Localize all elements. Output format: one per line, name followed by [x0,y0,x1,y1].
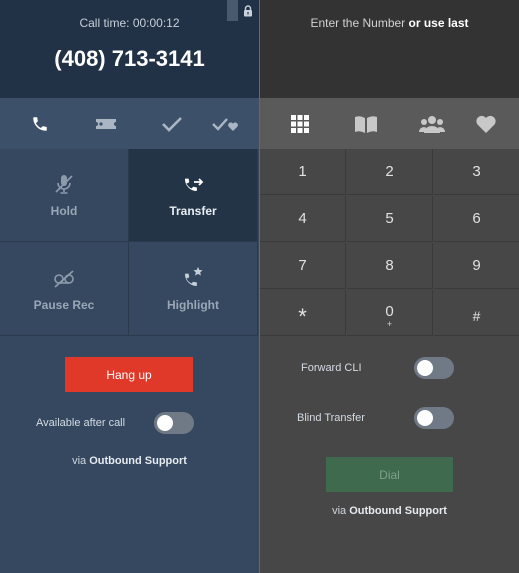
key-5-label: 5 [385,210,394,227]
tab-complete-favorite[interactable] [200,98,252,149]
use-last-link[interactable]: or use last [409,16,469,30]
blind-transfer-toggle[interactable] [414,407,454,429]
key-9-label: 9 [472,257,481,274]
book-icon [355,115,377,133]
key-star-label: * [298,303,307,329]
hang-up-button[interactable]: Hang up [65,357,193,392]
enter-number-hint: Enter the Number or use last [260,16,519,30]
available-after-call-toggle[interactable] [154,412,194,434]
transfer-label: Transfer [169,204,217,218]
call-header: Call time: 00:00:12 (408) 713-3141 [0,0,259,98]
tab-complete[interactable] [146,98,198,149]
recording-off-icon [54,269,74,288]
left-via-queue: via Outbound Support [0,455,259,467]
double-check-heart-icon [212,117,238,131]
key-hash-label: # [472,307,481,324]
key-hash[interactable]: # [434,290,519,336]
forward-cli-label: Forward CLI [301,362,362,374]
check-icon [162,116,182,132]
ticket-icon [96,118,116,129]
via-prefix: via [72,455,90,467]
dial-button[interactable]: Dial [326,457,453,492]
key-4-label: 4 [298,210,307,227]
tab-call[interactable] [14,98,66,149]
transfer-button[interactable]: Transfer [129,149,258,242]
right-via-queue: via Outbound Support [260,505,519,517]
key-5[interactable]: 5 [347,196,433,242]
tab-ticket[interactable] [80,98,132,149]
tab-groups[interactable] [406,98,458,149]
dialer-header: Enter the Number or use last [260,0,519,98]
enter-number-text: Enter the Number [310,16,409,30]
available-after-call-label: Available after call [36,417,126,429]
hold-label: Hold [50,204,78,218]
tab-contacts-book[interactable] [340,98,392,149]
phone-star-icon [185,266,203,286]
highlight-label: Highlight [167,297,219,312]
via-prefix: via [332,505,350,517]
blind-transfer-label: Blind Transfer [297,412,365,424]
key-6[interactable]: 6 [434,196,519,242]
key-star[interactable]: * [260,290,346,336]
key-4[interactable]: 4 [260,196,346,242]
key-0-label: 0 [385,303,394,320]
key-7-label: 7 [298,257,307,274]
key-3[interactable]: 3 [434,149,519,195]
hold-button[interactable]: Hold [0,149,129,242]
queue-name: Outbound Support [89,455,187,467]
toggle-knob [417,410,433,426]
key-0[interactable]: 0 + [347,290,433,336]
pause-recording-button[interactable]: Pause Rec [0,242,129,336]
phone-icon [33,116,47,131]
key-7[interactable]: 7 [260,243,346,289]
pause-rec-label: Pause Rec [33,297,95,312]
dialer-tabs [260,98,519,149]
key-1-label: 1 [298,163,307,180]
group-icon [419,115,445,133]
key-2-label: 2 [385,163,394,180]
heart-icon [476,115,496,133]
tab-favorites[interactable] [460,98,512,149]
highlight-button[interactable]: Highlight [129,242,258,336]
tab-keypad[interactable] [274,98,326,149]
toggle-knob [157,415,173,431]
key-3-label: 3 [472,163,481,180]
call-time: Call time: 00:00:12 [79,16,180,30]
mic-muted-icon [55,175,73,194]
queue-name: Outbound Support [349,505,447,517]
key-0-plus: + [386,319,393,329]
lock-tab[interactable] [227,0,238,21]
phone-number: (408) 713-3141 [54,46,205,71]
key-2[interactable]: 2 [347,149,433,195]
forward-cli-toggle[interactable] [414,357,454,379]
lock-icon[interactable] [243,5,253,17]
key-1[interactable]: 1 [260,149,346,195]
key-6-label: 6 [472,210,481,227]
phone-transfer-icon [185,178,204,191]
toggle-knob [417,360,433,376]
key-9[interactable]: 9 [434,243,519,289]
keypad-icon [291,114,309,133]
key-8[interactable]: 8 [347,243,433,289]
call-tabs [0,98,259,149]
key-8-label: 8 [385,257,394,274]
